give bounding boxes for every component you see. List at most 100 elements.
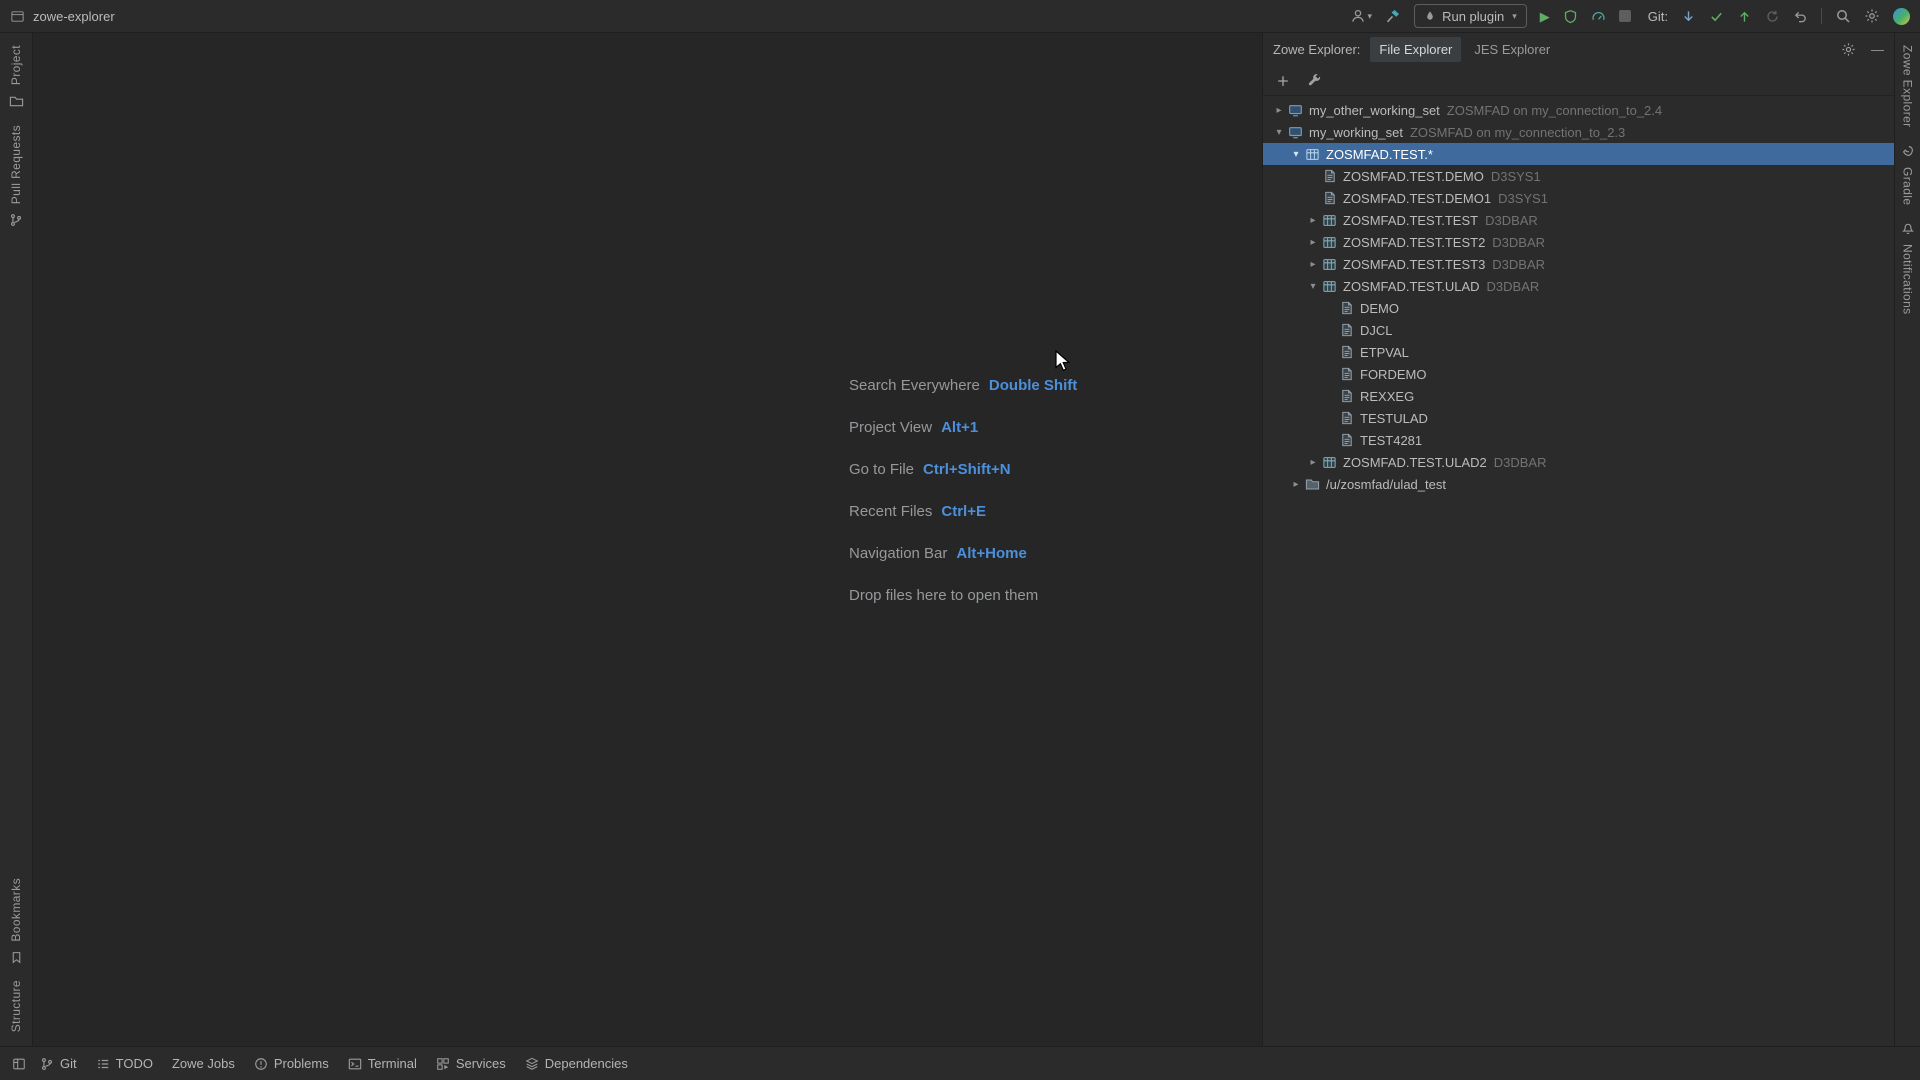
- shortcut-hint-key[interactable]: Double Shift: [989, 377, 1077, 394]
- stripe-label: Notifications: [1901, 244, 1915, 315]
- tree-item-label: DJCL: [1360, 323, 1393, 338]
- tree-row[interactable]: ZOSMFAD.TEST.DEMO1D3SYS1: [1263, 187, 1894, 209]
- stop-button[interactable]: [1619, 10, 1631, 22]
- user-avatar[interactable]: [1893, 8, 1910, 25]
- statusbar-item-terminal[interactable]: Terminal: [348, 1056, 417, 1071]
- stripe-item-bookmarks[interactable]: Bookmarks: [9, 878, 23, 964]
- chevron-down-icon[interactable]: ▾: [1271, 127, 1287, 138]
- tree-row[interactable]: DEMO: [1263, 297, 1894, 319]
- stripe-item-pull-requests[interactable]: Pull Requests: [9, 125, 23, 227]
- zowe-explorer-panel: Zowe Explorer: File ExplorerJES Explorer…: [1262, 33, 1894, 1046]
- tree-item-suffix: D3DBAR: [1485, 213, 1538, 228]
- tree-row[interactable]: ▸ZOSMFAD.TEST.TEST3D3DBAR: [1263, 253, 1894, 275]
- stripe-item-project[interactable]: Project: [9, 45, 24, 109]
- panel-settings-gear-icon[interactable]: [1841, 42, 1856, 57]
- terminal-icon: [348, 1057, 362, 1071]
- chevron-right-icon[interactable]: ▸: [1305, 259, 1321, 270]
- dataset-icon: [1321, 454, 1338, 470]
- tree-row[interactable]: ▸ZOSMFAD.TEST.ULAD2D3DBAR: [1263, 451, 1894, 473]
- tab-jes-explorer[interactable]: JES Explorer: [1465, 37, 1559, 62]
- panel-tabs: File ExplorerJES Explorer: [1370, 37, 1559, 62]
- statusbar-item-zowe-jobs[interactable]: Zowe Jobs: [172, 1056, 235, 1071]
- git-commit-button[interactable]: [1709, 9, 1724, 24]
- stop-square-icon: [1619, 10, 1631, 22]
- statusbar-item-dependencies[interactable]: Dependencies: [525, 1056, 628, 1071]
- search-everywhere-icon[interactable]: [1835, 8, 1851, 24]
- run-coverage-button[interactable]: [1563, 9, 1578, 24]
- statusbar-item-label: TODO: [116, 1056, 153, 1071]
- shortcut-hint-key[interactable]: Ctrl+Shift+N: [923, 461, 1011, 478]
- profiler-button[interactable]: [1591, 9, 1606, 24]
- git-branch-icon: [40, 1057, 54, 1071]
- toolwindow-layout-icon[interactable]: [12, 1057, 26, 1071]
- user-account-icon[interactable]: ▾: [1350, 8, 1373, 24]
- tree-row[interactable]: TESTULAD: [1263, 407, 1894, 429]
- statusbar-item-problems[interactable]: Problems: [254, 1056, 329, 1071]
- statusbar-item-services[interactable]: Services: [436, 1056, 506, 1071]
- statusbar-item-git[interactable]: Git: [40, 1056, 77, 1071]
- add-icon[interactable]: [1276, 74, 1290, 88]
- wrench-settings-icon[interactable]: [1307, 73, 1322, 88]
- git-update-button[interactable]: [1681, 9, 1696, 24]
- editor-area: Search EverywhereDouble ShiftProject Vie…: [33, 33, 1262, 1046]
- chevron-down-icon: ▾: [1512, 11, 1517, 22]
- tree: ▸my_other_working_setZOSMFAD on my_conne…: [1263, 96, 1894, 1046]
- gradle-icon: [1901, 144, 1915, 158]
- stripe-label: Gradle: [1901, 167, 1915, 205]
- chevron-right-icon[interactable]: ▸: [1305, 457, 1321, 468]
- statusbar-item-todo[interactable]: TODO: [96, 1056, 153, 1071]
- shortcut-hint-row: Search EverywhereDouble Shift: [849, 364, 1077, 406]
- settings-gear-icon[interactable]: [1864, 8, 1880, 24]
- tree-item-label: REXXEG: [1360, 389, 1414, 404]
- chevron-down-icon[interactable]: ▾: [1305, 281, 1321, 292]
- shortcut-hint-key[interactable]: Alt+Home: [956, 545, 1026, 562]
- hide-panel-icon[interactable]: —: [1871, 42, 1884, 57]
- dataset-icon: [1321, 234, 1338, 250]
- run-button[interactable]: ▶: [1540, 10, 1550, 23]
- titlebar: zowe-explorer ▾ Run plugin ▾ ▶ Git:: [0, 0, 1920, 33]
- undo-button[interactable]: [1793, 9, 1808, 24]
- drop-files-label: Drop files here to open them: [849, 587, 1038, 604]
- tree-row[interactable]: ▸my_other_working_setZOSMFAD on my_conne…: [1263, 99, 1894, 121]
- tree-row[interactable]: TEST4281: [1263, 429, 1894, 451]
- tree-item-label: ZOSMFAD.TEST.ULAD2: [1343, 455, 1487, 470]
- stripe-item-notifications[interactable]: Notifications: [1901, 221, 1915, 315]
- git-push-button[interactable]: [1737, 9, 1752, 24]
- tree-row[interactable]: ▸/u/zosmfad/ulad_test: [1263, 473, 1894, 495]
- tree-row[interactable]: REXXEG: [1263, 385, 1894, 407]
- tree-row[interactable]: ▾ZOSMFAD.TEST.*: [1263, 143, 1894, 165]
- tree-row[interactable]: DJCL: [1263, 319, 1894, 341]
- tree-row[interactable]: ▸ZOSMFAD.TEST.TEST2D3DBAR: [1263, 231, 1894, 253]
- tree-item-suffix: ZOSMFAD on my_connection_to_2.4: [1447, 103, 1662, 118]
- build-hammer-icon[interactable]: [1385, 8, 1401, 24]
- stripe-item-gradle[interactable]: Gradle: [1901, 144, 1915, 205]
- titlebar-toolbar: ▾ Run plugin ▾ ▶ Git:: [1350, 4, 1910, 28]
- tree-row[interactable]: ETPVAL: [1263, 341, 1894, 363]
- tree-row[interactable]: ZOSMFAD.TEST.DEMOD3SYS1: [1263, 165, 1894, 187]
- chevron-down-icon[interactable]: ▾: [1288, 149, 1304, 160]
- toolbar-separator: [1821, 8, 1822, 24]
- shortcut-hint-key[interactable]: Ctrl+E: [941, 503, 986, 520]
- tab-file-explorer[interactable]: File Explorer: [1370, 37, 1461, 62]
- tree-row[interactable]: ▾my_working_setZOSMFAD on my_connection_…: [1263, 121, 1894, 143]
- problems-icon: [254, 1057, 268, 1071]
- chevron-right-icon[interactable]: ▸: [1305, 215, 1321, 226]
- tree-row[interactable]: ▸ ZOSMFAD.TEST.TEST D3DBAR: [1263, 209, 1894, 231]
- chevron-right-icon[interactable]: ▸: [1271, 105, 1287, 116]
- tree-row[interactable]: ▾ZOSMFAD.TEST.ULADD3DBAR: [1263, 275, 1894, 297]
- tree-item-suffix: D3DBAR: [1492, 257, 1545, 272]
- stripe-item-zowe-explorer[interactable]: Zowe Explorer: [1901, 45, 1915, 128]
- chevron-right-icon[interactable]: ▸: [1288, 479, 1304, 490]
- run-configuration-select[interactable]: Run plugin ▾: [1414, 4, 1527, 28]
- run-plugin-icon: [1424, 10, 1436, 22]
- member-icon: [1321, 168, 1338, 184]
- chevron-right-icon[interactable]: ▸: [1305, 237, 1321, 248]
- stripe-item-structure[interactable]: Structure: [9, 980, 23, 1032]
- tree-item-suffix: D3SYS1: [1498, 191, 1548, 206]
- git-history-button[interactable]: [1765, 9, 1780, 24]
- working-set-icon: [1287, 102, 1304, 118]
- tree-row[interactable]: FORDEMO: [1263, 363, 1894, 385]
- shortcut-hint-key[interactable]: Alt+1: [941, 419, 978, 436]
- member-icon: [1338, 410, 1355, 426]
- tree-item-label: ZOSMFAD.TEST.TEST: [1343, 213, 1478, 228]
